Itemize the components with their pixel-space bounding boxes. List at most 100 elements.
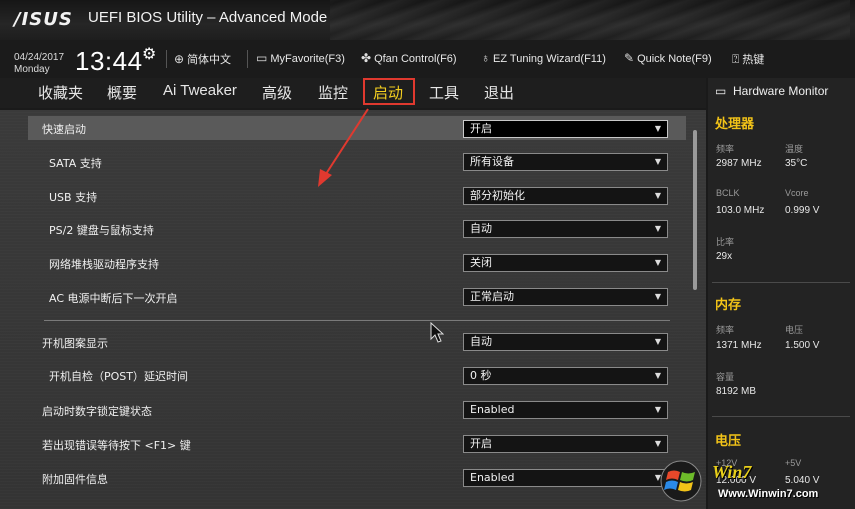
section-divider [712, 416, 850, 417]
setting-label-firmware-info: 附加固件信息 [42, 473, 108, 486]
section-divider [44, 320, 670, 321]
bclk-label: BCLK [716, 188, 740, 198]
app-title: UEFI BIOS Utility – Advanced Mode [88, 9, 328, 26]
dropdown-value: 开启 [470, 122, 492, 135]
setting-label-wait-f1: 若出现错误等待按下 <F1> 键 [42, 439, 191, 452]
language-button[interactable]: ⊕ 简体中文 [174, 51, 231, 67]
clock: 13:44 [75, 46, 143, 76]
dropdown-fast-boot[interactable]: 开启 ▼ [463, 120, 668, 138]
myfavorite-label: MyFavorite(F3) [270, 53, 345, 65]
monitor-icon: ▭ [715, 84, 727, 98]
separator [247, 50, 248, 68]
cpu-freq-label: 频率 [716, 144, 735, 154]
dropdown-value: Enabled [470, 403, 515, 416]
ez-tuning-label: EZ Tuning Wizard(F11) [493, 53, 606, 65]
section-divider [712, 282, 850, 283]
dropdown-boot-logo[interactable]: 自动 ▼ [463, 333, 668, 351]
dropdown-firmware-info[interactable]: Enabled ▼ [463, 469, 668, 487]
hardware-monitor-title: Hardware Monitor [733, 84, 829, 98]
chevron-down-icon: ▼ [654, 224, 661, 233]
voltage-heading: 电压 [715, 434, 742, 449]
setting-label-usb-support: USB 支持 [49, 191, 98, 204]
memory-heading: 内存 [715, 298, 742, 313]
qfan-control-button[interactable]: ✤ Qfan Control(F6) [361, 51, 457, 65]
dropdown-usb-support[interactable]: 部分初始化 ▼ [463, 187, 668, 205]
mem-freq-value: 1371 MHz [716, 340, 762, 351]
v5-label: +5V [785, 458, 802, 468]
asus-logo: /ISUS [14, 9, 73, 30]
cpu-freq-value: 2987 MHz [716, 158, 762, 169]
dropdown-value: 自动 [470, 335, 492, 348]
ratio-label: 比率 [716, 237, 735, 247]
setting-label-sata-support: SATA 支持 [49, 157, 102, 170]
watermark-brand: Win7 [712, 462, 752, 482]
setting-label-post-delay: 开机自检（POST）延迟时间 [49, 370, 188, 383]
annotation-arrow [318, 108, 369, 187]
weekday-text: Monday [14, 64, 50, 75]
watermark-url: Www.Winwin7.com [718, 488, 819, 500]
chevron-down-icon: ▼ [654, 292, 661, 301]
globe-icon: ⊕ [174, 52, 185, 66]
tab-monitor[interactable]: 监控 [318, 82, 348, 103]
separator [166, 50, 167, 68]
mem-cap-value: 8192 MB [716, 386, 757, 397]
tab-overview[interactable]: 概要 [107, 82, 137, 103]
dropdown-sata-support[interactable]: 所有设备 ▼ [463, 153, 668, 171]
chevron-down-icon: ▼ [654, 191, 661, 200]
myfavorite-button[interactable]: ▭ MyFavorite(F3) [256, 51, 345, 65]
tab-exit[interactable]: 退出 [484, 82, 514, 103]
chevron-down-icon: ▼ [654, 124, 661, 133]
windows-logo-icon [660, 460, 702, 502]
dropdown-value: 自动 [470, 222, 492, 235]
cpu-temp-value: 35°C [785, 158, 808, 169]
dropdown-value: 开启 [470, 437, 492, 450]
dropdown-value: 0 秒 [470, 369, 492, 382]
mem-volt-label: 电压 [785, 325, 804, 335]
setting-label-ac-power-loss: AC 电源中断后下一次开启 [49, 292, 178, 305]
chevron-down-icon: ▼ [654, 258, 661, 267]
setting-label-numlock-state: 启动时数字锁定键状态 [42, 405, 152, 418]
mem-volt-value: 1.500 V [785, 340, 820, 351]
dropdown-numlock-state[interactable]: Enabled ▼ [463, 401, 668, 419]
fan-icon: ✤ [361, 51, 372, 65]
dropdown-wait-f1[interactable]: 开启 ▼ [463, 435, 668, 453]
tab-ai-tweaker[interactable]: Ai Tweaker [163, 82, 237, 99]
vcore-label: Vcore [785, 188, 809, 198]
dropdown-value: 所有设备 [470, 155, 514, 168]
dropdown-post-delay[interactable]: 0 秒 ▼ [463, 367, 668, 385]
dropdown-ac-power-loss[interactable]: 正常启动 ▼ [463, 288, 668, 306]
setting-label-ps2-support: PS/2 键盘与鼠标支持 [49, 224, 154, 237]
mouse-cursor-icon [430, 322, 444, 343]
setting-label-boot-logo: 开机图案显示 [42, 337, 108, 350]
tab-favorites[interactable]: 收藏夹 [38, 82, 83, 103]
help-icon: ⍰ [732, 52, 740, 66]
cpu-heading: 处理器 [715, 117, 755, 132]
date-display: 04/24/2017 Monday [14, 52, 64, 76]
tab-tool[interactable]: 工具 [429, 82, 459, 103]
highlight-box [363, 78, 415, 105]
hotkeys-button[interactable]: ⍰ 热键 [732, 51, 764, 67]
qfan-label: Qfan Control(F6) [374, 53, 457, 65]
setting-label-fast-boot: 快速启动 [42, 123, 86, 136]
setting-label-network-stack: 网络堆栈驱动程序支持 [49, 258, 159, 271]
lightbulb-icon: ♁ [481, 51, 490, 65]
chevron-down-icon: ▼ [654, 405, 661, 414]
quick-note-button[interactable]: ✎ Quick Note(F9) [624, 51, 712, 65]
hotkeys-label: 热键 [742, 54, 765, 66]
dropdown-network-stack[interactable]: 关闭 ▼ [463, 254, 668, 272]
ez-tuning-wizard-button[interactable]: ♁ EZ Tuning Wizard(F11) [481, 51, 606, 65]
date-text: 04/24/2017 [14, 52, 65, 63]
cpu-temp-label: 温度 [785, 144, 804, 154]
dropdown-value: Enabled [470, 471, 515, 484]
tab-advanced[interactable]: 高级 [262, 82, 292, 103]
vcore-value: 0.999 V [785, 205, 820, 216]
favorite-icon: ▭ [256, 51, 268, 65]
dropdown-value: 关闭 [470, 256, 492, 269]
quick-note-label: Quick Note(F9) [637, 53, 712, 65]
dropdown-ps2-support[interactable]: 自动 ▼ [463, 220, 668, 238]
gear-icon[interactable]: ⚙ [142, 44, 156, 63]
scrollbar[interactable] [693, 130, 697, 290]
bclk-value: 103.0 MHz [716, 205, 765, 216]
v5-value: 5.040 V [785, 475, 820, 486]
dropdown-value: 部分初始化 [470, 189, 525, 202]
